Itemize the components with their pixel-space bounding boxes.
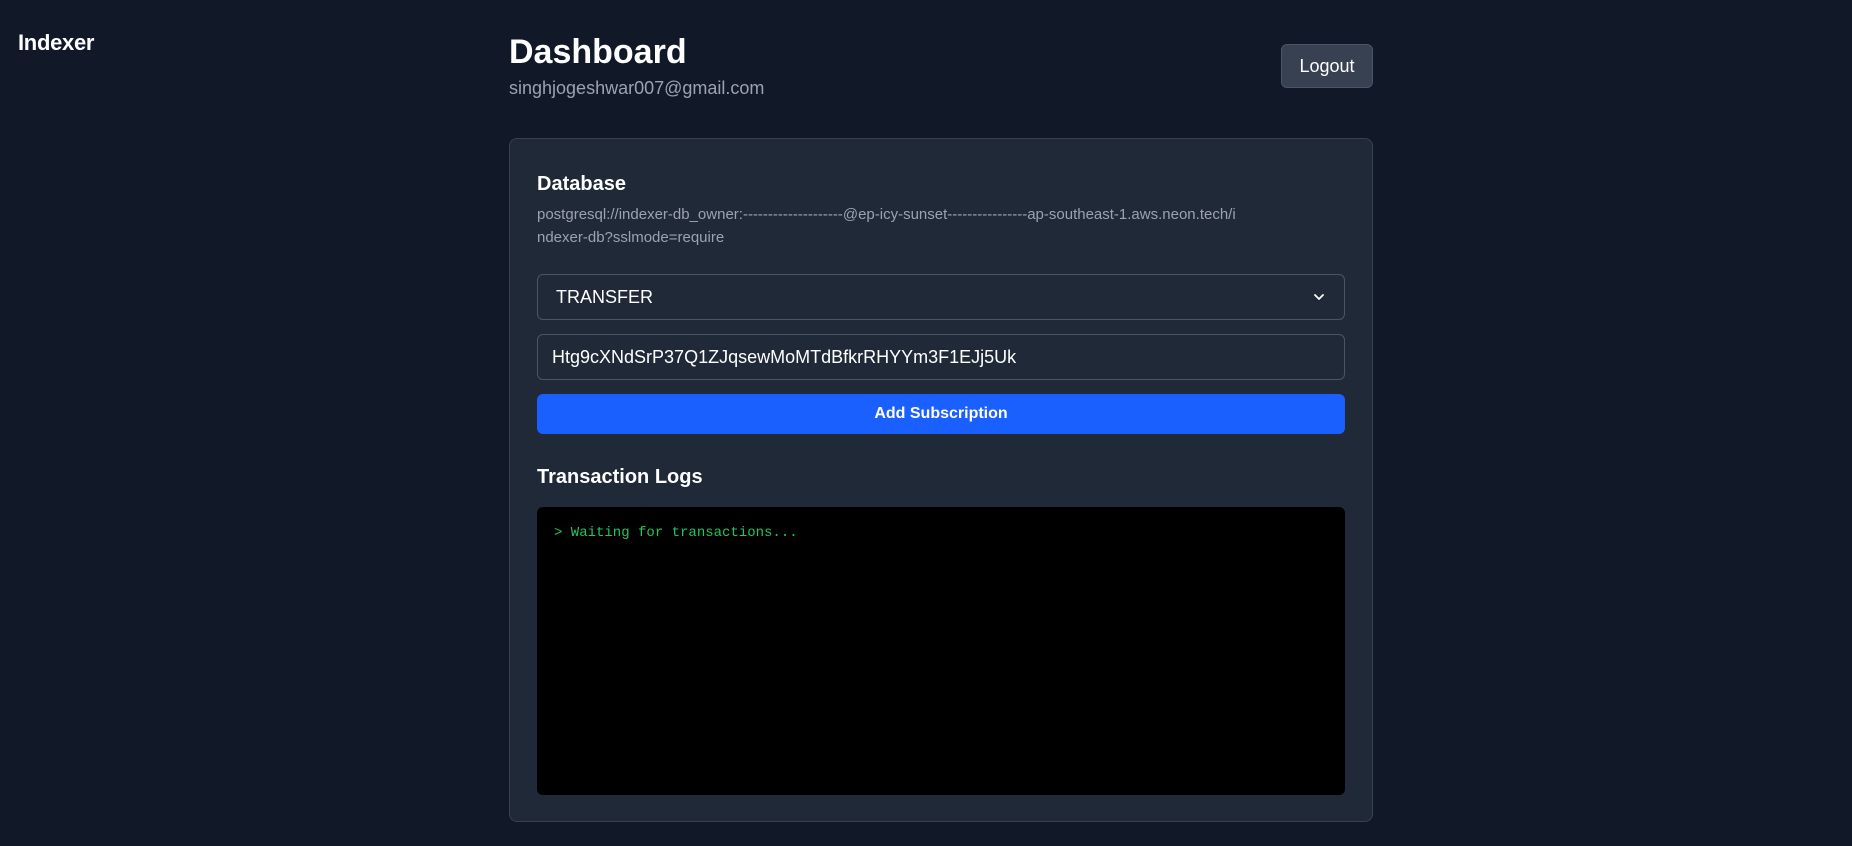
transaction-logs-title: Transaction Logs	[537, 466, 703, 488]
user-email: singhjogeshwar007@gmail.com	[509, 78, 765, 98]
logout-button[interactable]: Logout	[1281, 44, 1373, 88]
page-title: Dashboard	[509, 33, 687, 71]
dashboard-header: Dashboard singhjogeshwar007@gmail.com Lo…	[509, 0, 1373, 138]
event-type-select[interactable]: TRANSFER	[537, 274, 1345, 320]
database-title: Database	[537, 173, 626, 195]
address-input[interactable]	[537, 334, 1345, 380]
subscription-card: Database postgresql://indexer-db_owner:-…	[509, 138, 1373, 822]
transaction-log-console: > Waiting for transactions...	[537, 507, 1345, 795]
chevron-down-icon	[1314, 294, 1324, 300]
app-brand: Indexer	[18, 30, 95, 55]
main-content: Dashboard singhjogeshwar007@gmail.com Lo…	[509, 0, 1373, 822]
database-url: postgresql://indexer-db_owner:----------…	[537, 206, 1236, 246]
event-type-selected-value: TRANSFER	[556, 286, 654, 307]
add-subscription-button[interactable]: Add Subscription	[537, 394, 1345, 434]
log-line: > Waiting for transactions...	[554, 525, 798, 541]
